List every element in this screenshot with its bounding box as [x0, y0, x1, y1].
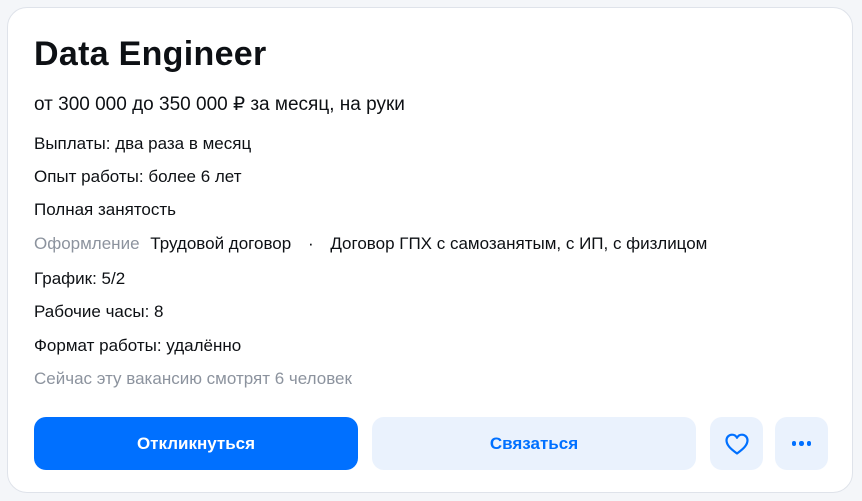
experience-info: Опыт работы: более 6 лет: [34, 167, 242, 186]
salary: от 300 000 до 350 000 ₽ за месяц, на рук…: [34, 94, 405, 115]
registration-separator: ·: [307, 234, 314, 253]
vacancy-title: Data Engineer: [34, 35, 267, 73]
vacancy-card: Data Engineer от 300 000 до 350 000 ₽ за…: [7, 7, 853, 493]
contact-button[interactable]: Связаться: [372, 417, 696, 470]
registration-option: Договор ГПХ с самозанятым, с ИП, с физли…: [330, 234, 708, 253]
registration-info: Оформление Трудовой договор · Договор ГП…: [34, 234, 707, 254]
heart-icon: [724, 433, 749, 455]
apply-button[interactable]: Откликнуться: [34, 417, 358, 470]
registration-option: Трудовой договор: [150, 234, 292, 253]
more-button[interactable]: [775, 417, 828, 470]
favorite-button[interactable]: [710, 417, 763, 470]
schedule-info: График: 5/2: [34, 269, 126, 288]
registration-label: Оформление: [34, 234, 140, 253]
viewers-count: Сейчас эту вакансию смотрят 6 человек: [34, 369, 352, 388]
payments-info: Выплаты: два раза в месяц: [34, 134, 252, 153]
hours-info: Рабочие часы: 8: [34, 302, 164, 321]
more-dots-icon: [791, 441, 812, 446]
employment-info: Полная занятость: [34, 200, 177, 219]
work-format-info: Формат работы: удалённо: [34, 336, 242, 355]
